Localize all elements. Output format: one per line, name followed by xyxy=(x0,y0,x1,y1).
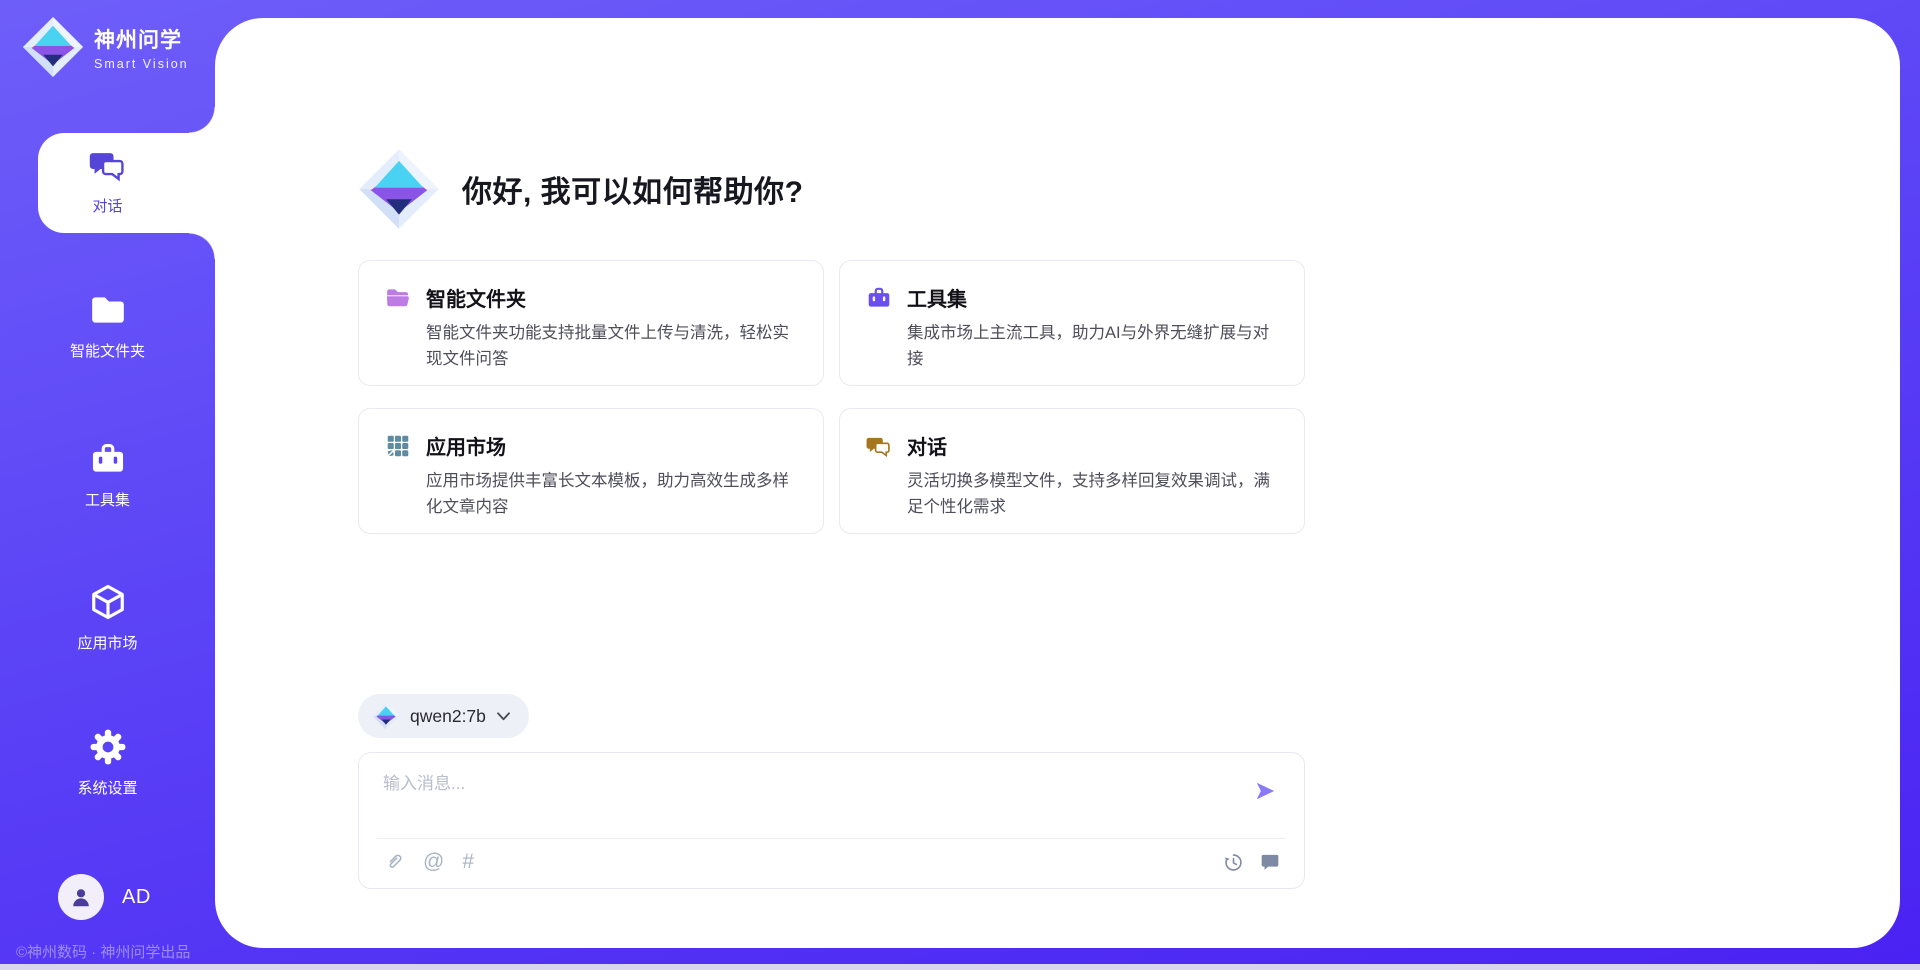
card-title: 智能文件夹 xyxy=(426,283,526,312)
card-description: 集成市场上主流工具，助力AI与外界无缝扩展与对接 xyxy=(907,321,1278,372)
folder-open-icon xyxy=(385,285,411,311)
sidebar-item-label: 智能文件夹 xyxy=(0,340,215,361)
avatar xyxy=(58,874,104,920)
brand: 神州问学 Smart Vision xyxy=(22,16,189,78)
model-selector[interactable]: qwen2:7b xyxy=(358,694,529,738)
history-icon[interactable] xyxy=(1223,852,1244,873)
gear-icon xyxy=(89,728,127,766)
feature-cards: 智能文件夹 智能文件夹功能支持批量文件上传与清洗，轻松实现文件问答 工具集 集成… xyxy=(358,260,1305,534)
message-composer: @ # xyxy=(358,752,1305,889)
greeting-block: 你好, 我可以如何帮助你? xyxy=(358,148,804,230)
card-smart-folder[interactable]: 智能文件夹 智能文件夹功能支持批量文件上传与清洗，轻松实现文件问答 xyxy=(358,260,824,386)
greeting-title: 你好, 我可以如何帮助你? xyxy=(462,167,804,211)
sidebar-item-app-market[interactable]: 应用市场 xyxy=(0,583,215,653)
sidebar-item-chat[interactable]: 对话 xyxy=(0,146,215,216)
brand-subtitle: Smart Vision xyxy=(94,57,189,71)
window-bottom-edge xyxy=(0,964,1920,970)
card-description: 灵活切换多模型文件，支持多样回复效果调试，满足个性化需求 xyxy=(907,469,1278,520)
message-input[interactable] xyxy=(383,769,1203,827)
card-app-market[interactable]: 应用市场 应用市场提供丰富长文本模板，助力高效生成多样化文章内容 xyxy=(358,408,824,534)
copyright-text: ©神州数码 · 神州问学出品 xyxy=(16,941,190,962)
diamond-logo-icon xyxy=(22,16,84,78)
diamond-logo-icon xyxy=(372,702,400,730)
send-icon[interactable] xyxy=(1254,780,1276,802)
tab-fillet-bottom xyxy=(189,233,216,259)
sidebar-item-smart-folder[interactable]: 智能文件夹 xyxy=(0,291,215,361)
sidebar: 神州问学 Smart Vision 对话 智能文件夹 工具集 应 xyxy=(0,0,215,970)
sidebar-item-toolset[interactable]: 工具集 xyxy=(0,440,215,510)
composer-divider xyxy=(377,838,1286,839)
card-title: 对话 xyxy=(907,431,947,460)
paperclip-icon[interactable] xyxy=(383,851,405,873)
card-description: 应用市场提供丰富长文本模板，助力高效生成多样化文章内容 xyxy=(426,469,797,520)
card-description: 智能文件夹功能支持批量文件上传与清洗，轻松实现文件问答 xyxy=(426,321,797,372)
hash-icon[interactable]: # xyxy=(462,851,474,873)
sidebar-item-settings[interactable]: 系统设置 xyxy=(0,728,215,798)
diamond-logo-icon xyxy=(358,148,440,230)
chat-bubble-icon[interactable] xyxy=(1260,852,1280,872)
card-title: 应用市场 xyxy=(426,431,506,460)
sidebar-item-label: 系统设置 xyxy=(0,777,215,798)
at-icon[interactable]: @ xyxy=(423,851,444,873)
card-title: 工具集 xyxy=(907,283,967,312)
sidebar-item-label: 对话 xyxy=(0,195,215,216)
grid-icon xyxy=(385,433,411,459)
folder-icon xyxy=(89,291,127,329)
card-chat[interactable]: 对话 灵活切换多模型文件，支持多样回复效果调试，满足个性化需求 xyxy=(839,408,1305,534)
cube-icon xyxy=(89,583,127,621)
sidebar-item-label: 工具集 xyxy=(0,489,215,510)
brand-name: 神州问学 xyxy=(94,24,189,54)
user-initials: AD xyxy=(122,886,151,909)
person-icon xyxy=(68,884,94,910)
toolbox-icon xyxy=(866,285,892,311)
chat-icon xyxy=(866,433,892,459)
card-toolset[interactable]: 工具集 集成市场上主流工具，助力AI与外界无缝扩展与对接 xyxy=(839,260,1305,386)
model-name: qwen2:7b xyxy=(410,706,486,727)
chat-icon xyxy=(89,146,127,184)
toolbox-icon xyxy=(89,440,127,478)
chevron-down-icon xyxy=(496,711,511,722)
user-account[interactable]: AD xyxy=(58,874,151,920)
tab-fillet-top xyxy=(189,107,216,133)
sidebar-item-label: 应用市场 xyxy=(0,632,215,653)
